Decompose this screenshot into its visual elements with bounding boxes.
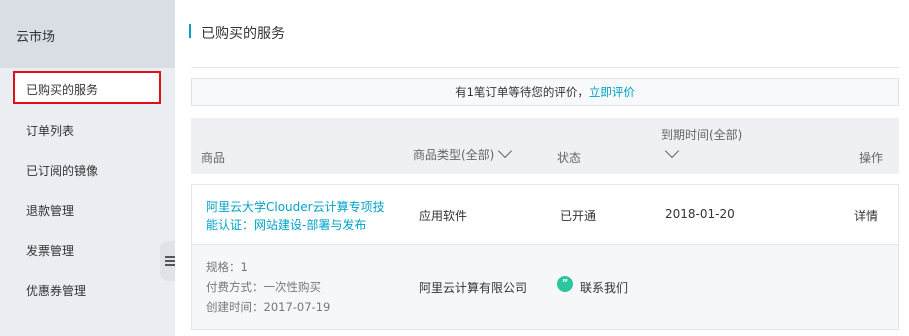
page-title: 已购买的服务: [201, 26, 285, 42]
table-row: 阿里云大学Clouder云计算专项技能认证：网站建设-部署与发布 应用软件 已开…: [191, 184, 899, 244]
header-product-type-filter[interactable]: 商品类型(全部): [413, 143, 513, 163]
payment-method-text: 付费方式：一次性购买: [206, 280, 321, 294]
sidebar-item-invoices[interactable]: 发票管理: [26, 242, 74, 259]
chevron-down-icon: [664, 143, 680, 159]
sidebar-title: 云市场: [16, 30, 56, 45]
sidebar-item-subscribed-images[interactable]: 已订阅的镜像: [26, 162, 98, 179]
product-type-cell: 应用软件: [419, 209, 468, 223]
created-time-text: 创建时间：2017-07-19: [206, 300, 331, 314]
sidebar-item-purchased-services[interactable]: 已购买的服务: [26, 81, 98, 98]
sidebar-header: 云市场: [0, 0, 175, 68]
header-product-type-label: 商品类型(全部): [413, 148, 495, 162]
header-expiry-filter[interactable]: 到期时间(全部): [661, 126, 743, 159]
table-header: 商品 商品类型(全部) 状态 到期时间(全部) 操作: [191, 118, 899, 174]
title-accent-bar: [189, 24, 191, 38]
chevron-down-icon: [498, 143, 513, 159]
table-row-details: 规格：1 付费方式：一次性购买 创建时间：2017-07-19 阿里云计算有限公…: [191, 244, 899, 330]
review-notice: 有1笔订单等待您的评价，立即评价: [191, 78, 899, 106]
sidebar-item-order-list[interactable]: 订单列表: [26, 122, 74, 139]
sidebar-item-coupons[interactable]: 优惠券管理: [26, 282, 86, 299]
product-name-link[interactable]: 阿里云大学Clouder云计算专项技能认证：网站建设-部署与发布: [206, 198, 396, 234]
vendor-link[interactable]: 阿里云计算有限公司: [419, 279, 527, 296]
contact-us-link[interactable]: 联系我们: [580, 279, 628, 296]
header-actions: 操作: [859, 151, 884, 165]
header-product: 商品: [201, 151, 226, 165]
header-status: 状态: [557, 151, 582, 165]
notice-text: 有1笔订单等待您的评价，: [455, 85, 589, 99]
spec-text: 规格：1: [206, 260, 248, 274]
sidebar: 云市场 已购买的服务 订单列表 已订阅的镜像 退款管理 发票管理 优惠券管理: [0, 0, 175, 336]
chat-bubble-icon[interactable]: ”: [557, 276, 573, 292]
status-cell: 已开通: [560, 209, 597, 223]
title-divider: [191, 67, 899, 68]
expiry-date-cell: 2018-01-20: [665, 207, 735, 221]
review-now-link[interactable]: 立即评价: [589, 85, 635, 99]
menu-collapse-icon[interactable]: [165, 256, 175, 266]
detail-link[interactable]: 详情: [854, 207, 878, 224]
sidebar-item-refunds[interactable]: 退款管理: [26, 202, 74, 219]
header-expiry-label: 到期时间(全部): [661, 128, 743, 142]
main-content: 已购买的服务 有1笔订单等待您的评价，立即评价 商品 商品类型(全部) 状态 到…: [175, 0, 909, 336]
